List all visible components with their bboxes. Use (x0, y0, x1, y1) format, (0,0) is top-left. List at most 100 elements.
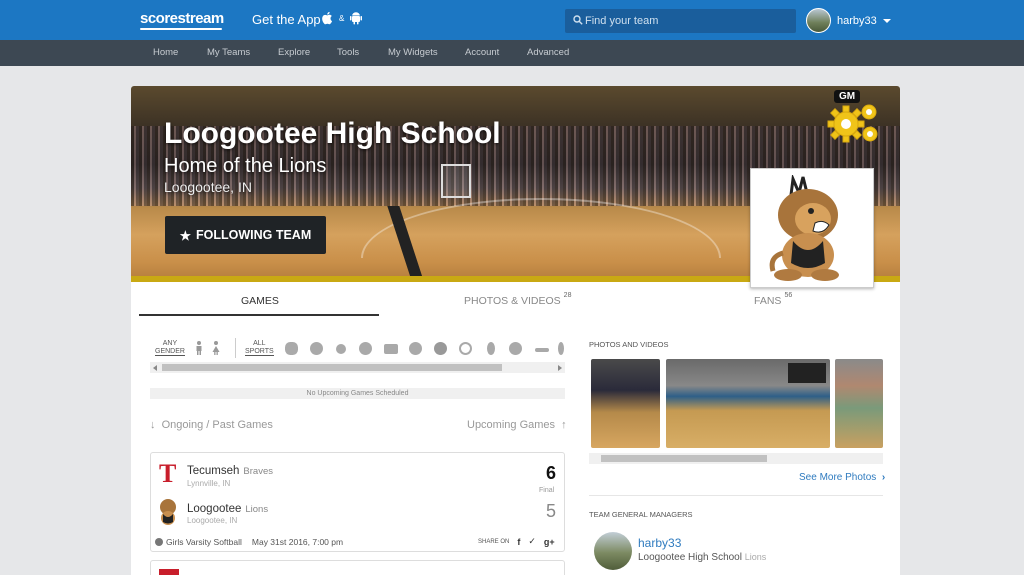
photos-count: 28 (563, 292, 572, 299)
logo-text: scorestream (140, 10, 224, 27)
managers-section-title: TEAM GENERAL MANAGERS (589, 510, 693, 519)
nav-my-teams[interactable]: My Teams (207, 47, 250, 58)
game-sport[interactable]: Girls Varsity Softball (166, 537, 242, 547)
android-icon[interactable] (350, 11, 363, 25)
team-logo (750, 168, 874, 288)
top-bar: scorestream Get the App & harby33 (0, 0, 1024, 40)
active-tab-indicator (139, 314, 379, 316)
search-box[interactable] (565, 9, 796, 33)
tab-fans-label: FANS (754, 295, 782, 307)
away-team-name[interactable]: Loogootee Lions (187, 503, 268, 515)
username: harby33 (837, 14, 877, 27)
nav-explore[interactable]: Explore (278, 47, 310, 58)
tab-photos-videos[interactable]: PHOTOS & VIDEOS 28 (464, 292, 572, 307)
gender-line1: ANY (162, 340, 178, 347)
scrollbar-thumb[interactable] (162, 364, 502, 371)
search-input[interactable] (585, 12, 790, 30)
see-more-label: See More Photos (799, 472, 877, 483)
nav-advanced[interactable]: Advanced (527, 47, 569, 58)
soccer-icon[interactable] (434, 342, 447, 355)
banner-hoop (441, 164, 471, 198)
filters-scrollbar[interactable] (150, 362, 565, 373)
lacrosse-icon[interactable] (535, 348, 549, 352)
team-logo-icon (159, 569, 179, 575)
manager-team: Loogootee High School Lions (638, 552, 766, 563)
hockey-icon[interactable] (384, 344, 398, 354)
loogootee-logo (160, 499, 176, 525)
photo-scoreboard (788, 363, 826, 383)
game-datetime: May 31st 2016, 7:00 pm (251, 537, 344, 547)
facebook-icon[interactable]: f (517, 537, 520, 547)
tennis-icon[interactable] (459, 342, 472, 355)
gender-filter[interactable]: ANY GENDER (155, 340, 185, 356)
share-label: SHARE ON (478, 538, 510, 545)
app-icons: & (321, 11, 363, 25)
scorestream-logo[interactable]: scorestream (140, 10, 224, 30)
home-team-name[interactable]: Tecumseh Braves (187, 465, 273, 477)
football-icon[interactable] (285, 342, 298, 355)
google-plus-icon[interactable]: g+ (544, 537, 555, 547)
ongoing-games-toggle[interactable]: ↓ Ongoing / Past Games (150, 419, 273, 431)
basketball-icon[interactable] (310, 342, 323, 355)
baseball-icon[interactable] (336, 344, 346, 354)
manager-name[interactable]: harby33 (638, 536, 681, 550)
ampersand: & (339, 13, 345, 23)
photos-scrollbar[interactable] (589, 453, 883, 464)
chevron-down-icon (882, 18, 891, 23)
nav-account[interactable]: Account (465, 47, 499, 58)
game-card[interactable]: T Tecumseh Braves Lynnville, IN 6 Final L… (150, 452, 565, 552)
female-icon[interactable] (212, 341, 220, 355)
following-team-button[interactable]: ★ FOLLOWING TEAM (165, 216, 326, 254)
manager-team-mascot: Lions (744, 552, 767, 562)
lion-mascot-icon (769, 175, 839, 281)
chevron-right-icon: › (879, 472, 886, 483)
divider (589, 495, 883, 496)
user-avatar (806, 8, 831, 33)
tab-photos-label: PHOTOS & VIDEOS (464, 295, 561, 307)
scroll-right-icon[interactable] (558, 365, 562, 371)
get-app-link[interactable]: Get the App (252, 12, 321, 27)
apple-icon[interactable] (321, 11, 333, 25)
team-tabs: GAMES PHOTOS & VIDEOS 28 FANS 56 (131, 282, 900, 316)
nav-my-widgets[interactable]: My Widgets (388, 47, 438, 58)
nav-tools[interactable]: Tools (337, 47, 359, 58)
tab-games-label: GAMES (241, 295, 279, 307)
rugby-icon[interactable] (487, 342, 495, 355)
photo-thumbnail[interactable] (591, 359, 660, 448)
away-team-city: Loogootee, IN (187, 516, 238, 525)
ongoing-label: Ongoing / Past Games (161, 419, 273, 431)
manager-avatar[interactable] (594, 532, 632, 570)
team-card: Loogootee High School Home of the Lions … (131, 86, 900, 575)
game-card[interactable] (150, 560, 565, 575)
photos-section-title: PHOTOS AND VIDEOS (589, 340, 669, 349)
game-status: Final (539, 487, 555, 494)
water-polo-icon[interactable] (509, 342, 522, 355)
upcoming-games-toggle[interactable]: Upcoming Games ↑ (467, 419, 567, 431)
upcoming-label: Upcoming Games (467, 419, 556, 431)
see-more-photos-link[interactable]: See More Photos › (799, 472, 885, 483)
school-location: Loogootee, IN (164, 179, 252, 195)
sports-filter[interactable]: ALL SPORTS (245, 340, 274, 356)
user-menu[interactable]: harby33 (806, 8, 891, 33)
sports-line2: SPORTS (245, 348, 274, 356)
softball-icon[interactable] (359, 342, 372, 355)
tecumseh-logo: T (159, 459, 177, 488)
twitter-icon[interactable]: ✓ (528, 536, 536, 547)
home-team-city: Lynnville, IN (187, 479, 231, 488)
home-name: Tecumseh (187, 465, 240, 477)
scroll-left-icon[interactable] (153, 365, 157, 371)
scrollbar-thumb[interactable] (601, 455, 767, 462)
gm-tag: GM (834, 90, 861, 103)
tab-fans[interactable]: FANS 56 (754, 292, 792, 307)
game-footer: Girls Varsity Softball May 31st 2016, 7:… (155, 537, 343, 547)
volleyball-icon[interactable] (409, 342, 422, 355)
male-icon[interactable] (195, 341, 203, 355)
photo-thumbnail[interactable] (835, 359, 883, 448)
school-subtitle: Home of the Lions (164, 155, 327, 177)
nav-home[interactable]: Home (153, 47, 178, 58)
team-banner: Loogootee High School Home of the Lions … (131, 86, 900, 288)
more-sports-icon[interactable] (558, 342, 564, 355)
photo-thumbnail[interactable] (666, 359, 830, 448)
tab-games[interactable]: GAMES (241, 295, 279, 307)
away-score: 5 (546, 501, 557, 521)
